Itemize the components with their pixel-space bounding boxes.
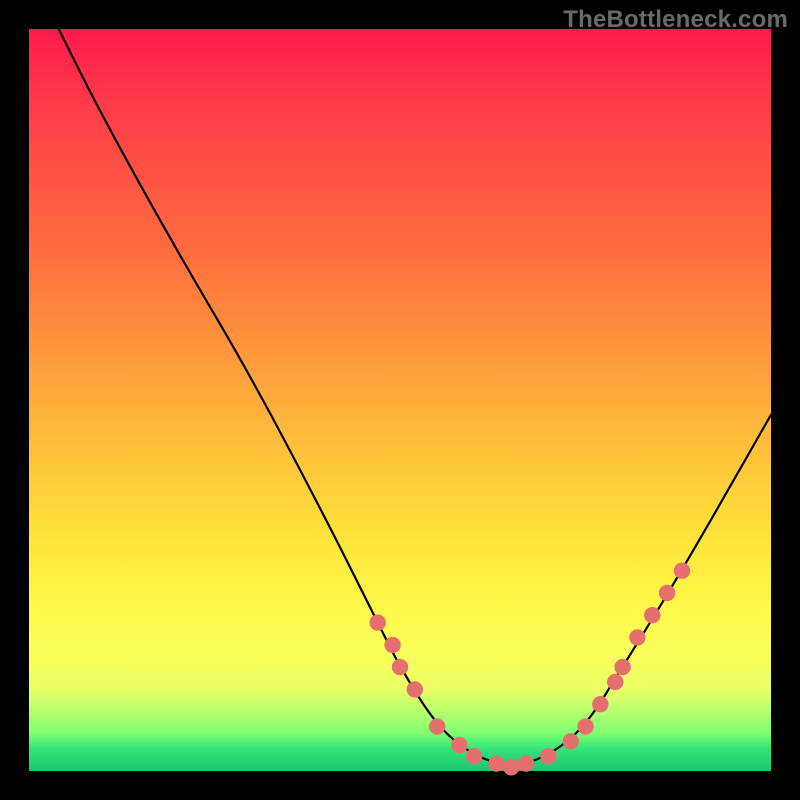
plot-area bbox=[29, 29, 771, 771]
curve-marker bbox=[674, 563, 690, 579]
curve-marker bbox=[488, 755, 504, 771]
curve-marker bbox=[540, 748, 556, 764]
curve-marker bbox=[384, 637, 400, 653]
curve-marker bbox=[370, 614, 386, 630]
curve-marker bbox=[577, 718, 593, 734]
chart-svg bbox=[29, 29, 771, 771]
curve-marker bbox=[614, 659, 630, 675]
curve-marker bbox=[629, 629, 645, 645]
curve-marker bbox=[607, 674, 623, 690]
curve-marker bbox=[451, 737, 467, 753]
curve-marker bbox=[563, 733, 579, 749]
curve-marker bbox=[644, 607, 660, 623]
curve-markers bbox=[370, 563, 691, 776]
curve-marker bbox=[407, 681, 423, 697]
bottleneck-curve bbox=[59, 29, 771, 765]
curve-marker bbox=[592, 696, 608, 712]
curve-marker bbox=[503, 759, 519, 775]
chart-frame: TheBottleneck.com bbox=[0, 0, 800, 800]
curve-marker bbox=[392, 659, 408, 675]
curve-marker bbox=[659, 585, 675, 601]
watermark-text: TheBottleneck.com bbox=[563, 6, 788, 34]
curve-marker bbox=[518, 755, 534, 771]
curve-marker bbox=[429, 718, 445, 734]
curve-marker bbox=[466, 748, 482, 764]
